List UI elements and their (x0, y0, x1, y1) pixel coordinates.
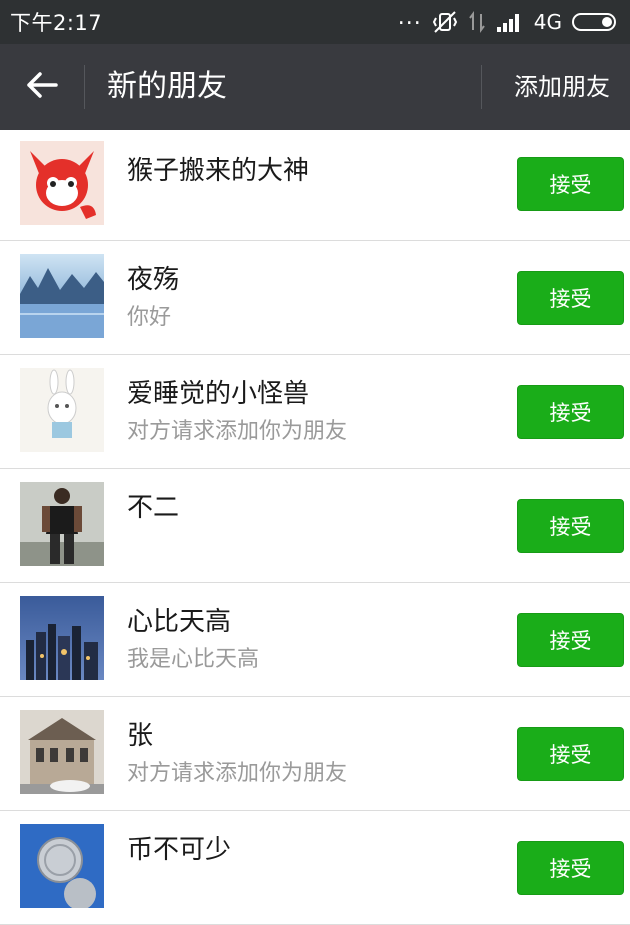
signal-icon (496, 11, 524, 33)
list-item[interactable]: 心比天高 我是心比天高 接受 (0, 583, 630, 697)
list-item[interactable]: 币不可少 接受 (0, 811, 630, 925)
avatar (20, 482, 104, 566)
accept-button[interactable]: 接受 (517, 385, 624, 439)
accept-button[interactable]: 接受 (517, 271, 624, 325)
request-name: 不二 (127, 493, 180, 523)
request-name: 心比天高 (127, 607, 232, 637)
page-title: 新的朋友 (107, 69, 227, 104)
header-divider (84, 65, 85, 109)
accept-button[interactable]: 接受 (517, 499, 624, 553)
accept-button[interactable]: 接受 (517, 727, 624, 781)
accept-button[interactable]: 接受 (517, 613, 624, 667)
avatar (20, 824, 104, 908)
list-item[interactable]: 猴子搬来的大神 接受 (0, 130, 630, 241)
request-name: 夜殇 (127, 265, 180, 295)
arrow-left-icon (26, 71, 58, 103)
request-name: 猴子搬来的大神 (127, 156, 310, 186)
request-message: 对方请求添加你为朋友 (127, 419, 348, 444)
vibrate-off-icon (432, 10, 458, 34)
friend-request-list: 猴子搬来的大神 接受 夜殇 你好 接受 爱睡觉的小怪兽 对方请求添加你为朋友 接… (0, 130, 630, 925)
accept-button[interactable]: 接受 (517, 841, 624, 895)
accept-button[interactable]: 接受 (517, 157, 624, 211)
request-name: 币不可少 (127, 835, 232, 865)
request-message: 我是心比天高 (127, 647, 260, 672)
request-name: 张 (127, 721, 154, 751)
network-type: 4G (533, 10, 562, 34)
data-transfer-icon (468, 10, 486, 34)
avatar (20, 254, 104, 338)
more-notifications-icon: ... (397, 5, 422, 30)
avatar (20, 141, 104, 225)
app-header: 新的朋友 添加朋友 (0, 44, 630, 130)
header-divider (481, 65, 482, 109)
back-button[interactable] (0, 44, 84, 130)
list-item[interactable]: 不二 接受 (0, 469, 630, 583)
list-item[interactable]: 张 对方请求添加你为朋友 接受 (0, 697, 630, 811)
avatar (20, 368, 104, 452)
request-message: 对方请求添加你为朋友 (127, 761, 348, 786)
request-message: 你好 (127, 305, 172, 330)
add-friend-button[interactable]: 添加朋友 (514, 44, 610, 130)
battery-icon (572, 13, 616, 31)
request-name: 爱睡觉的小怪兽 (127, 379, 310, 409)
status-icons: ... 4G (397, 5, 616, 34)
list-item[interactable]: 爱睡觉的小怪兽 对方请求添加你为朋友 接受 (0, 355, 630, 469)
avatar (20, 596, 104, 680)
status-time: 下午2:17 (10, 11, 103, 35)
avatar (20, 710, 104, 794)
list-item[interactable]: 夜殇 你好 接受 (0, 241, 630, 355)
status-bar: 下午2:17 ... 4G (0, 0, 630, 44)
